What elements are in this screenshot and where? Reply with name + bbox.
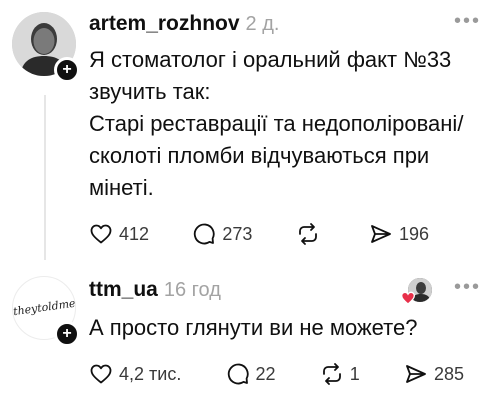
repost-icon [298, 223, 317, 245]
share-button[interactable]: 196 [369, 222, 429, 246]
comment-icon [194, 223, 215, 245]
more-dots-icon[interactable]: ••• [454, 276, 481, 299]
liked-heart-icon [400, 290, 416, 311]
post-line: Я стоматолог і оральний факт №33 [89, 47, 452, 72]
reply-count: 22 [255, 363, 276, 384]
heart-icon [90, 224, 112, 244]
follow-plus-button[interactable]: + [54, 321, 80, 347]
post-line: А просто глянути ви не можете? [89, 315, 418, 340]
post-line: Старі реставрації та недополіровані/ [89, 111, 464, 136]
post-header: artem_rozhnov 2 д. [89, 12, 279, 36]
thread-line [44, 95, 46, 260]
comment-icon [227, 363, 249, 385]
post-line: сколоті пломби відчуваються при [89, 143, 430, 168]
action-bar: 412 273 196 [89, 222, 429, 246]
repost-button[interactable] [296, 222, 326, 246]
reply-button[interactable]: 22 [226, 362, 276, 386]
reply-button[interactable]: 273 [192, 222, 252, 246]
action-bar: 4,2 тис. 22 1 285 [89, 362, 464, 386]
heart-icon [90, 364, 112, 384]
reply-count: 273 [222, 223, 253, 244]
repost-icon [322, 363, 341, 385]
timestamp: 16 год [163, 279, 221, 301]
post-line: мінеті. [89, 175, 154, 200]
post-header: ttm_ua 16 год [89, 278, 221, 302]
timestamp: 2 д. [245, 13, 280, 35]
like-count: 4,2 тис. [119, 363, 182, 384]
send-icon [371, 225, 391, 243]
username[interactable]: ttm_ua [89, 278, 158, 301]
post-text: Я стоматолог і оральний факт №33 звучить… [89, 44, 463, 204]
like-button[interactable]: 4,2 тис. [89, 362, 181, 386]
repost-button[interactable]: 1 [320, 362, 360, 386]
share-count: 196 [398, 223, 429, 244]
username[interactable]: artem_rozhnov [89, 12, 240, 35]
post-text: А просто глянути ви не можете? [89, 312, 418, 344]
follow-plus-button[interactable]: + [54, 57, 80, 83]
repost-count: 1 [349, 363, 360, 384]
like-button[interactable]: 412 [89, 222, 149, 246]
send-icon [406, 365, 426, 383]
post-line: звучить так: [89, 79, 211, 104]
more-dots-icon[interactable]: ••• [454, 10, 481, 33]
like-count: 412 [119, 223, 150, 244]
share-count: 285 [433, 363, 464, 384]
share-button[interactable]: 285 [404, 362, 464, 386]
